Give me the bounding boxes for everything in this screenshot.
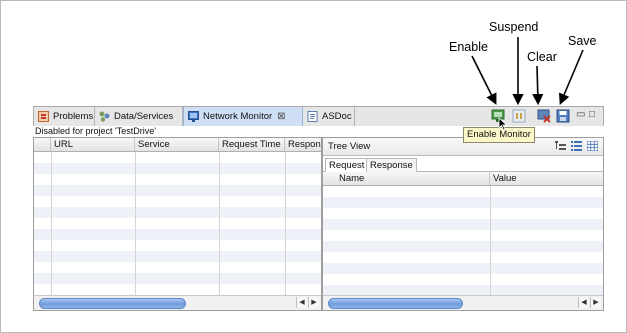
detail-pane: Tree View Request Response Name Value ◀ … [322, 137, 604, 311]
column-divider [490, 186, 491, 295]
tab-problems[interactable]: Problems [34, 107, 95, 126]
header-blank [34, 138, 51, 151]
tree-view-title: Tree View [328, 141, 371, 152]
close-tab-icon[interactable]: ⊠ [277, 111, 285, 122]
scroll-left-icon[interactable]: ◀ [578, 297, 589, 308]
column-divider [135, 152, 136, 295]
scroll-arrows: ◀ ▶ [578, 297, 601, 308]
suspend-monitor-icon [512, 109, 526, 123]
tab-request[interactable]: Request [325, 158, 369, 172]
request-response-tabs: Request Response [323, 158, 603, 172]
tab-network-monitor-label: Network Monitor [203, 111, 273, 122]
clear-entries-button[interactable] [537, 109, 551, 123]
requests-horizontal-scrollbar[interactable]: ◀ ▶ [34, 295, 321, 310]
mouse-cursor-icon [498, 117, 508, 136]
scroll-left-icon[interactable]: ◀ [296, 297, 307, 308]
scrollbar-thumb[interactable] [39, 298, 186, 309]
save-icon [556, 109, 570, 123]
enable-callout-label: Enable [449, 40, 488, 54]
tab-data-services[interactable]: Data/Services [95, 107, 183, 126]
scroll-right-icon[interactable]: ▶ [590, 297, 601, 308]
asdoc-icon [307, 111, 318, 122]
suspend-callout-label: Suspend [489, 20, 539, 34]
tab-network-monitor[interactable]: Network Monitor ⊠ [183, 107, 303, 126]
list-view-icon[interactable] [571, 141, 582, 151]
scrollbar-thumb[interactable] [328, 298, 463, 309]
scroll-right-icon[interactable]: ▶ [308, 297, 319, 308]
data-services-icon [99, 111, 110, 122]
header-request-time[interactable]: Request Time [219, 138, 285, 151]
tree-view-icon[interactable] [555, 141, 566, 151]
enable-arrow [471, 55, 497, 105]
clear-entries-icon [537, 109, 551, 123]
save-arrow [558, 49, 584, 105]
save-callout-label: Save [568, 34, 597, 48]
network-monitor-icon [188, 111, 199, 122]
requests-table: URL Service Request Time Respon ◀ ▶ [33, 137, 322, 311]
header-value[interactable]: Value [490, 172, 603, 185]
save-button[interactable] [556, 109, 570, 123]
header-url[interactable]: URL [51, 138, 135, 151]
detail-table-header: Name Value [323, 172, 603, 186]
grid-view-icon[interactable] [586, 140, 599, 152]
column-divider [51, 152, 52, 295]
view-tab-bar: Problems Data/Services Network Monitor ⊠… [33, 106, 604, 127]
clear-arrow [532, 65, 544, 106]
tab-data-services-label: Data/Services [114, 111, 174, 122]
requests-table-rows [34, 152, 321, 295]
tab-asdoc[interactable]: ASDoc [303, 107, 355, 126]
header-name[interactable]: Name [323, 172, 490, 185]
maximize-view-icon[interactable]: □ [589, 109, 595, 120]
detail-table-rows [323, 186, 603, 295]
problems-icon [38, 111, 49, 122]
clear-callout-label: Clear [527, 50, 557, 64]
column-divider [219, 152, 220, 295]
scroll-arrows: ◀ ▶ [296, 297, 319, 308]
tab-asdoc-label: ASDoc [322, 111, 352, 122]
header-service[interactable]: Service [135, 138, 219, 151]
suspend-monitor-button[interactable] [512, 109, 526, 123]
detail-horizontal-scrollbar[interactable]: ◀ ▶ [323, 295, 603, 310]
requests-table-header: URL Service Request Time Respon [34, 138, 321, 152]
column-divider [285, 152, 286, 295]
tab-problems-label: Problems [53, 111, 94, 122]
header-response[interactable]: Respon [285, 138, 321, 151]
tab-response[interactable]: Response [366, 158, 417, 172]
minimize-view-icon[interactable]: ▭ [576, 109, 585, 120]
